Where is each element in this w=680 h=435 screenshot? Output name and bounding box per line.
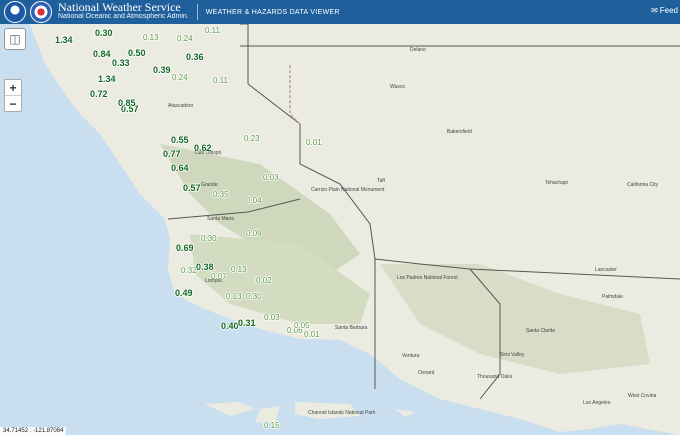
precip-value[interactable]: 0.49 xyxy=(175,288,193,298)
org-name: National Weather Service xyxy=(58,0,181,14)
place-label: West Covina xyxy=(628,393,657,399)
precip-value[interactable]: 0.30 xyxy=(95,28,113,38)
place-label: Ventura xyxy=(402,353,420,359)
place-label: Oxnard xyxy=(418,370,435,376)
layers-button[interactable]: ◫ xyxy=(4,28,26,50)
precip-value[interactable]: 0.50 xyxy=(128,48,146,58)
precip-value[interactable]: 1.34 xyxy=(55,35,73,45)
place-label: Delano xyxy=(410,47,426,53)
precip-value[interactable]: 0.31 xyxy=(238,318,256,328)
precip-value[interactable]: 0.57 xyxy=(183,183,201,193)
noaa-logo-icon xyxy=(4,1,26,23)
layers-icon: ◫ xyxy=(9,32,21,46)
precip-value[interactable]: 0.24 xyxy=(177,34,193,43)
header-divider xyxy=(196,4,198,20)
precip-value[interactable]: 0.77 xyxy=(163,149,181,159)
precip-value[interactable]: 0.01 xyxy=(304,330,320,339)
precip-value[interactable]: 0.03 xyxy=(263,173,279,182)
mail-icon: ✉ xyxy=(651,6,658,15)
precip-value[interactable]: 0.84 xyxy=(93,49,111,59)
precip-value[interactable]: 0.09 xyxy=(246,229,262,238)
precip-value[interactable]: 0.11 xyxy=(205,26,220,35)
precip-value[interactable]: 0.02 xyxy=(256,276,272,285)
precip-value[interactable]: 0.13 xyxy=(143,33,159,42)
precip-value[interactable]: 0.72 xyxy=(90,89,108,99)
precip-value[interactable]: 0.69 xyxy=(176,243,194,253)
precip-value[interactable]: 0.23 xyxy=(244,134,260,143)
precip-value[interactable]: 0.03 xyxy=(264,313,280,322)
place-label: Santa Maria xyxy=(207,216,234,222)
place-label: California City xyxy=(627,182,659,188)
place-label: Thousand Oaks xyxy=(477,374,513,380)
precip-value[interactable]: 0.24 xyxy=(172,73,188,82)
nws-logo-icon xyxy=(30,1,52,23)
app-header: National Weather Service National Oceani… xyxy=(0,0,680,24)
precip-value[interactable]: 0.39 xyxy=(153,65,171,75)
precip-value[interactable]: 0.13 xyxy=(226,292,242,301)
place-label: Lompoc xyxy=(205,278,223,284)
precip-value[interactable]: 0.05 xyxy=(294,321,310,330)
feedback-button[interactable]: ✉ Feed xyxy=(651,6,678,15)
place-label: Simi Valley xyxy=(500,352,525,358)
app-title: WEATHER & HAZARDS DATA VIEWER xyxy=(205,8,340,16)
precip-value[interactable]: 0.38 xyxy=(196,262,214,272)
precip-value[interactable]: 0.40 xyxy=(221,321,239,331)
zoom-out-button[interactable]: − xyxy=(5,96,21,111)
place-label: Santa Clarita xyxy=(526,328,555,334)
place-label: Channel Islands National Park xyxy=(308,410,376,416)
place-label: Wasco xyxy=(390,84,406,90)
zoom-control: + − xyxy=(4,79,22,112)
precip-value[interactable]: 0.32 xyxy=(181,266,197,275)
place-label: Bakersfield xyxy=(447,129,472,135)
place-label: Los Angeles xyxy=(583,400,611,406)
place-label: Tehachapi xyxy=(545,180,568,186)
precip-value[interactable]: 0.30 xyxy=(201,234,217,243)
coordinate-readout: 34.71452 : -121.87084 xyxy=(0,427,67,435)
zoom-in-button[interactable]: + xyxy=(5,80,21,96)
place-label: Carrizo Plain National Monument xyxy=(311,187,385,193)
precip-value[interactable]: 1.34 xyxy=(98,74,116,84)
org-subtitle: National Oceanic and Atmospheric Admin. xyxy=(58,13,189,20)
precip-value[interactable]: 0.35 xyxy=(213,190,229,199)
precip-value[interactable]: 0.64 xyxy=(171,163,189,173)
place-label: Los Padres National Forest xyxy=(397,275,458,281)
precip-value[interactable]: 0.01 xyxy=(306,138,322,147)
place-label: Grande xyxy=(201,182,218,188)
precip-value[interactable]: 0.30 xyxy=(246,292,262,301)
place-label: Luis Obispo xyxy=(195,150,222,156)
precip-value[interactable]: 0.33 xyxy=(112,58,130,68)
precip-value[interactable]: 0.36 xyxy=(186,52,204,62)
place-label: Taft xyxy=(377,178,386,184)
precip-value[interactable]: 0.15 xyxy=(264,421,280,430)
precip-value[interactable]: 0.85 xyxy=(118,98,136,108)
feedback-label: Feed xyxy=(659,6,678,15)
precip-value[interactable]: 0.11 xyxy=(213,76,228,85)
brand: National Weather Service National Oceani… xyxy=(58,0,189,22)
map-canvas[interactable] xyxy=(0,24,680,435)
precip-value[interactable]: 0.55 xyxy=(171,135,189,145)
place-label: Lancaster xyxy=(595,267,617,273)
place-label: Santa Barbara xyxy=(335,325,368,331)
precip-value[interactable]: 0.13 xyxy=(231,265,247,274)
place-label: Atascadero xyxy=(168,103,194,109)
place-label: Palmdale xyxy=(602,294,623,300)
precip-value[interactable]: 0.04 xyxy=(246,196,262,205)
